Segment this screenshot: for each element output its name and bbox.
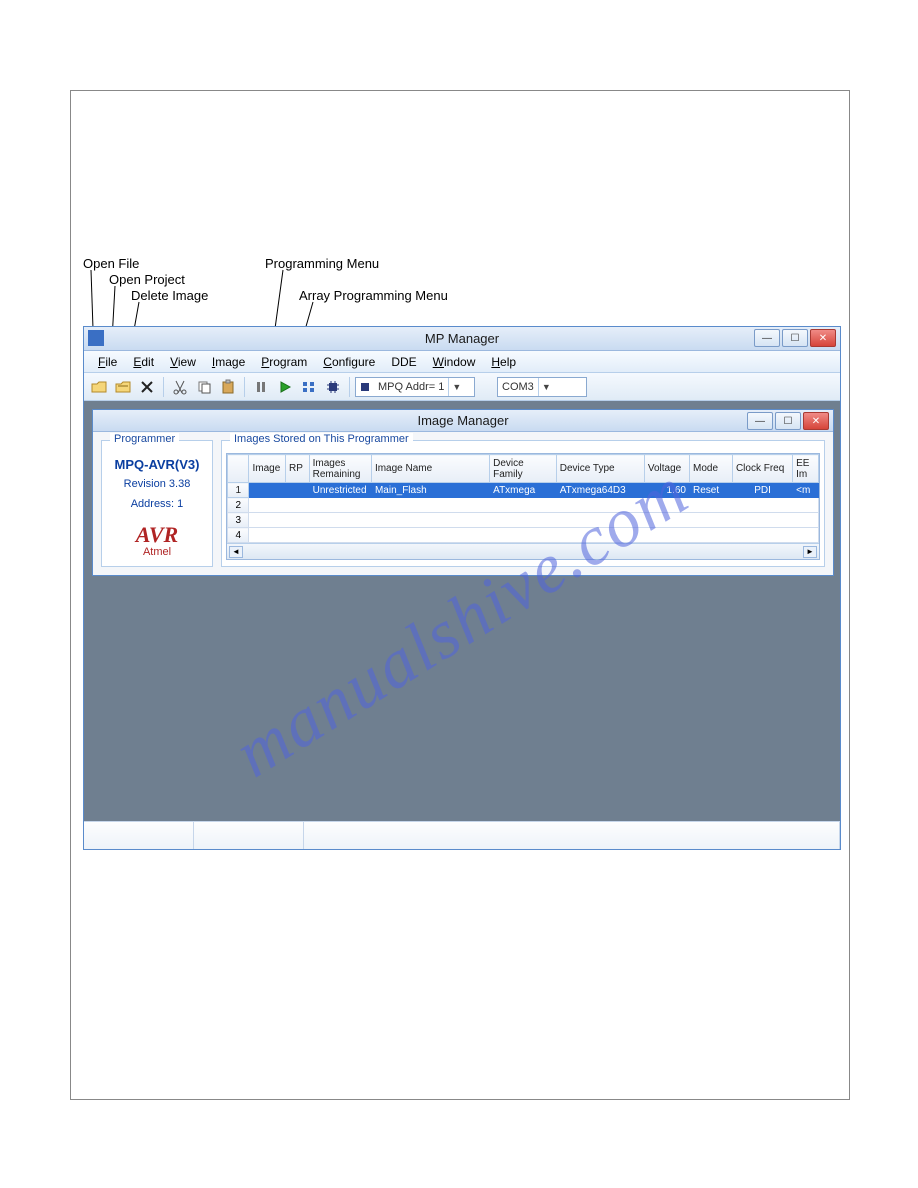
child-maximize-button[interactable]: ☐ [775, 412, 801, 430]
copy-button[interactable] [193, 376, 215, 398]
callout-open-project: Open Project [109, 272, 185, 287]
open-file-button[interactable] [88, 376, 110, 398]
chip-icon [356, 378, 374, 396]
paste-button[interactable] [217, 376, 239, 398]
main-window: MP Manager — ☐ ✕ File Edit View Image Pr… [83, 326, 841, 850]
col-ee[interactable]: EE Im [793, 455, 819, 483]
mdi-area: Image Manager — ☐ ✕ Programmer MP [84, 401, 840, 821]
callout-open-file: Open File [83, 256, 139, 271]
programmer-legend: Programmer [110, 433, 179, 445]
table-row[interactable]: 3 [228, 513, 819, 528]
statusbar [84, 821, 840, 849]
child-titlebar[interactable]: Image Manager — ☐ ✕ [93, 410, 833, 432]
programmer-name: MPQ-AVR(V3) [106, 457, 208, 472]
open-project-button[interactable] [112, 376, 134, 398]
child-minimize-button[interactable]: — [747, 412, 773, 430]
col-voltage[interactable]: Voltage [644, 455, 689, 483]
callout-programming-menu: Programming Menu [265, 256, 379, 271]
child-close-button[interactable]: ✕ [803, 412, 829, 430]
col-family[interactable]: Device Family [490, 455, 557, 483]
child-title: Image Manager [417, 413, 508, 428]
address-combo[interactable]: MPQ Addr= 1 ▼ [355, 377, 475, 397]
chevron-down-icon: ▼ [448, 378, 464, 396]
address-combo-text: MPQ Addr= 1 [374, 381, 448, 393]
cut-button[interactable] [169, 376, 191, 398]
col-type[interactable]: Device Type [556, 455, 644, 483]
images-grid-legend: Images Stored on This Programmer [230, 433, 413, 445]
com-port-text: COM3 [498, 381, 538, 393]
menu-help[interactable]: Help [483, 351, 524, 372]
callout-labels: Open File Open Project Delete Image Prog… [83, 256, 841, 326]
menu-file[interactable]: File [90, 351, 125, 372]
table-row[interactable]: 4 [228, 528, 819, 543]
image-manager-window: Image Manager — ☐ ✕ Programmer MP [92, 409, 834, 576]
close-button[interactable]: ✕ [810, 329, 836, 347]
toolbar: MPQ Addr= 1 ▼ COM3 ▼ [84, 373, 840, 401]
row-header[interactable]: 1 [228, 483, 249, 498]
programmer-revision: Revision 3.38 [106, 478, 208, 490]
programmer-address: Address: 1 [106, 498, 208, 510]
program-button[interactable] [274, 376, 296, 398]
images-grid-panel: Images Stored on This Programmer [221, 440, 825, 567]
chevron-down-icon: ▼ [538, 378, 554, 396]
callout-array-programming-menu: Array Programming Menu [299, 288, 448, 303]
grid-hscrollbar[interactable]: ◄ ► [227, 543, 819, 559]
scroll-right-icon[interactable]: ► [803, 546, 817, 558]
table-row[interactable]: 1 Unrestricted Main_Flash ATxmega ATxmeg… [228, 483, 819, 498]
menu-program[interactable]: Program [253, 351, 315, 372]
minimize-button[interactable]: — [754, 329, 780, 347]
col-mode[interactable]: Mode [689, 455, 732, 483]
com-port-combo[interactable]: COM3 ▼ [497, 377, 587, 397]
callout-delete-image: Delete Image [131, 288, 208, 303]
col-remaining[interactable]: Images Remaining [309, 455, 371, 483]
programmer-panel: Programmer MPQ-AVR(V3) Revision 3.38 Add… [101, 440, 213, 567]
grid-header-row: Image RP Images Remaining Image Name Dev… [228, 455, 819, 483]
table-row[interactable]: 2 [228, 498, 819, 513]
main-titlebar[interactable]: MP Manager — ☐ ✕ [84, 327, 840, 351]
stop-button[interactable] [250, 376, 272, 398]
delete-image-button[interactable] [136, 376, 158, 398]
col-name[interactable]: Image Name [371, 455, 489, 483]
avr-logo: AVR [106, 524, 208, 546]
chip-button[interactable] [322, 376, 344, 398]
menu-edit[interactable]: Edit [125, 351, 162, 372]
menu-configure[interactable]: Configure [315, 351, 383, 372]
col-rp[interactable]: RP [286, 455, 310, 483]
col-clock[interactable]: Clock Freq [732, 455, 792, 483]
app-icon [88, 330, 104, 346]
main-title: MP Manager [425, 331, 499, 346]
menu-image[interactable]: Image [204, 351, 253, 372]
menu-view[interactable]: View [162, 351, 204, 372]
scroll-left-icon[interactable]: ◄ [229, 546, 243, 558]
images-grid[interactable]: Image RP Images Remaining Image Name Dev… [227, 454, 819, 543]
atmel-brand: Atmel [106, 546, 208, 558]
menu-dde[interactable]: DDE [383, 351, 424, 372]
array-program-button[interactable] [298, 376, 320, 398]
menubar: File Edit View Image Program Configure D… [84, 351, 840, 373]
col-image[interactable]: Image [249, 455, 286, 483]
maximize-button[interactable]: ☐ [782, 329, 808, 347]
menu-window[interactable]: Window [425, 351, 484, 372]
